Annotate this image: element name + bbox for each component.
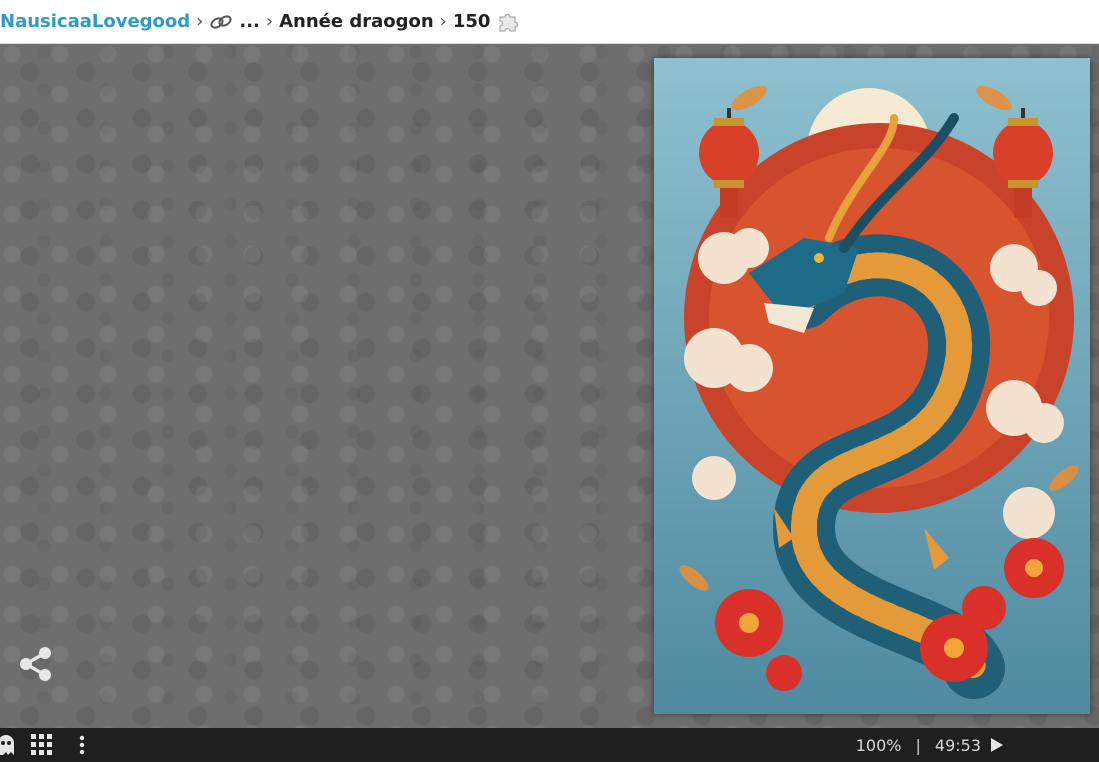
link-icon[interactable] (209, 12, 233, 32)
bottom-toolbar: 100% | 49:53 (0, 728, 1099, 762)
zoom-level[interactable]: 100% (856, 736, 902, 755)
dragon-artwork[interactable] (654, 58, 1090, 714)
breadcrumb-ellipsis[interactable]: ... (239, 11, 260, 32)
chevron-right-icon: › (196, 11, 204, 32)
breadcrumb-user-link[interactable]: NausicaaLovegood (0, 11, 190, 32)
grid-icon[interactable] (31, 734, 53, 756)
share-icon[interactable] (16, 644, 56, 684)
status-divider: | (915, 735, 921, 755)
timer: 49:53 (934, 735, 981, 755)
breadcrumb: NausicaaLovegood › ... › Année draogon ›… (0, 0, 1099, 44)
breadcrumb-pieces: 150 (452, 11, 491, 32)
breadcrumb-album[interactable]: Année draogon (279, 11, 434, 32)
chevron-right-icon: › (265, 11, 274, 32)
chevron-right-icon: › (439, 11, 447, 32)
puzzle-piece-icon (496, 10, 520, 34)
vertical-dots-icon[interactable] (78, 735, 86, 755)
play-icon[interactable] (991, 738, 1003, 752)
ghost-icon[interactable] (0, 733, 16, 757)
status-area: 100% | 49:53 (856, 728, 1003, 762)
